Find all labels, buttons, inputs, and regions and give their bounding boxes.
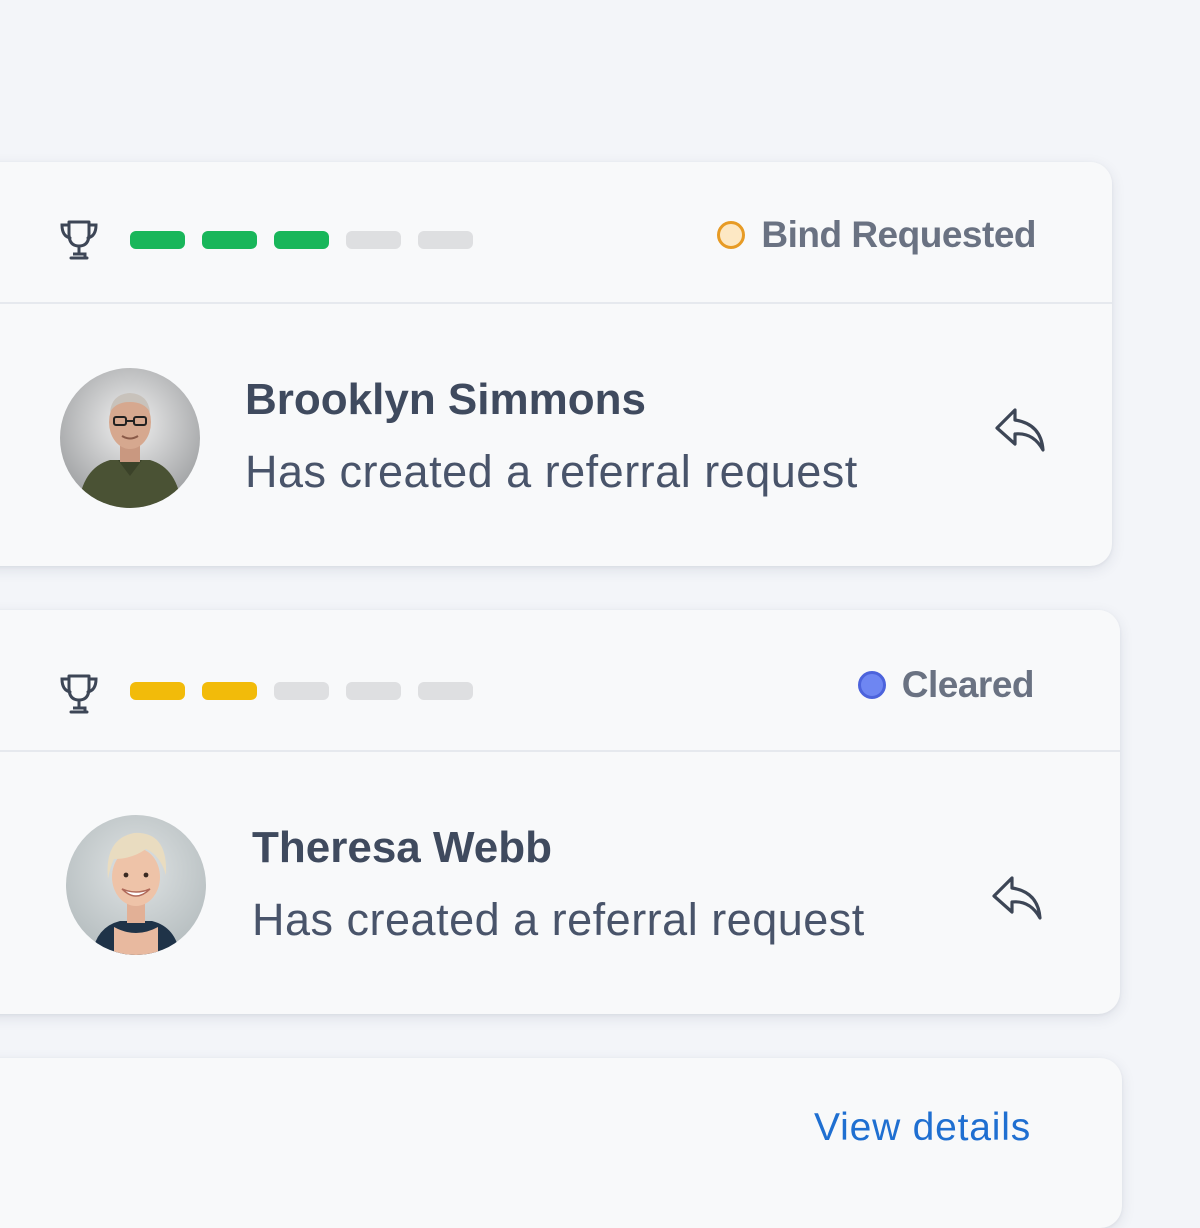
trophy-icon	[60, 220, 98, 260]
person-message: Has created a referral request	[252, 894, 865, 945]
status-label: Bind Requested	[761, 214, 1036, 255]
card-body: Brooklyn Simmons Has created a referral …	[0, 304, 1112, 566]
progress-segment	[130, 682, 185, 700]
reply-icon[interactable]	[990, 872, 1044, 922]
referral-card-2: Cleared Theresa Webb Has created a refer…	[0, 610, 1120, 1014]
progress-segment	[202, 682, 257, 700]
status-dot	[857, 671, 886, 699]
referral-card-1: Bind Requested Brooklyn Simmons Has crea…	[0, 162, 1112, 566]
progress-segment	[130, 231, 185, 249]
card-body: Theresa Webb Has created a referral requ…	[0, 752, 1120, 1014]
status-dot	[717, 221, 746, 249]
progress-segment	[418, 231, 473, 249]
progress-indicator	[130, 682, 473, 700]
progress-segment	[274, 682, 329, 700]
status-badge: Cleared	[857, 664, 1035, 706]
card-header: Bind Requested	[0, 162, 1112, 304]
trophy-icon	[60, 674, 98, 714]
progress-segment	[346, 682, 401, 700]
card-header: Cleared	[0, 610, 1120, 752]
view-details-link[interactable]: View details	[814, 1106, 1031, 1150]
person-info: Brooklyn Simmons Has created a referral …	[245, 374, 858, 498]
progress-segment	[346, 231, 401, 249]
progress-segment	[418, 682, 473, 700]
person-name[interactable]: Brooklyn Simmons	[245, 374, 858, 426]
avatar[interactable]	[60, 368, 200, 508]
progress-segment	[202, 231, 257, 249]
reply-icon[interactable]	[993, 404, 1047, 454]
person-info: Theresa Webb Has created a referral requ…	[252, 822, 865, 946]
avatar[interactable]	[66, 815, 206, 955]
progress-indicator	[130, 231, 473, 249]
person-name[interactable]: Theresa Webb	[252, 822, 865, 874]
progress-segment	[274, 231, 329, 249]
status-badge: Bind Requested	[717, 214, 1036, 256]
details-card: View details	[0, 1058, 1122, 1228]
person-message: Has created a referral request	[245, 446, 858, 497]
status-label: Cleared	[901, 664, 1035, 705]
